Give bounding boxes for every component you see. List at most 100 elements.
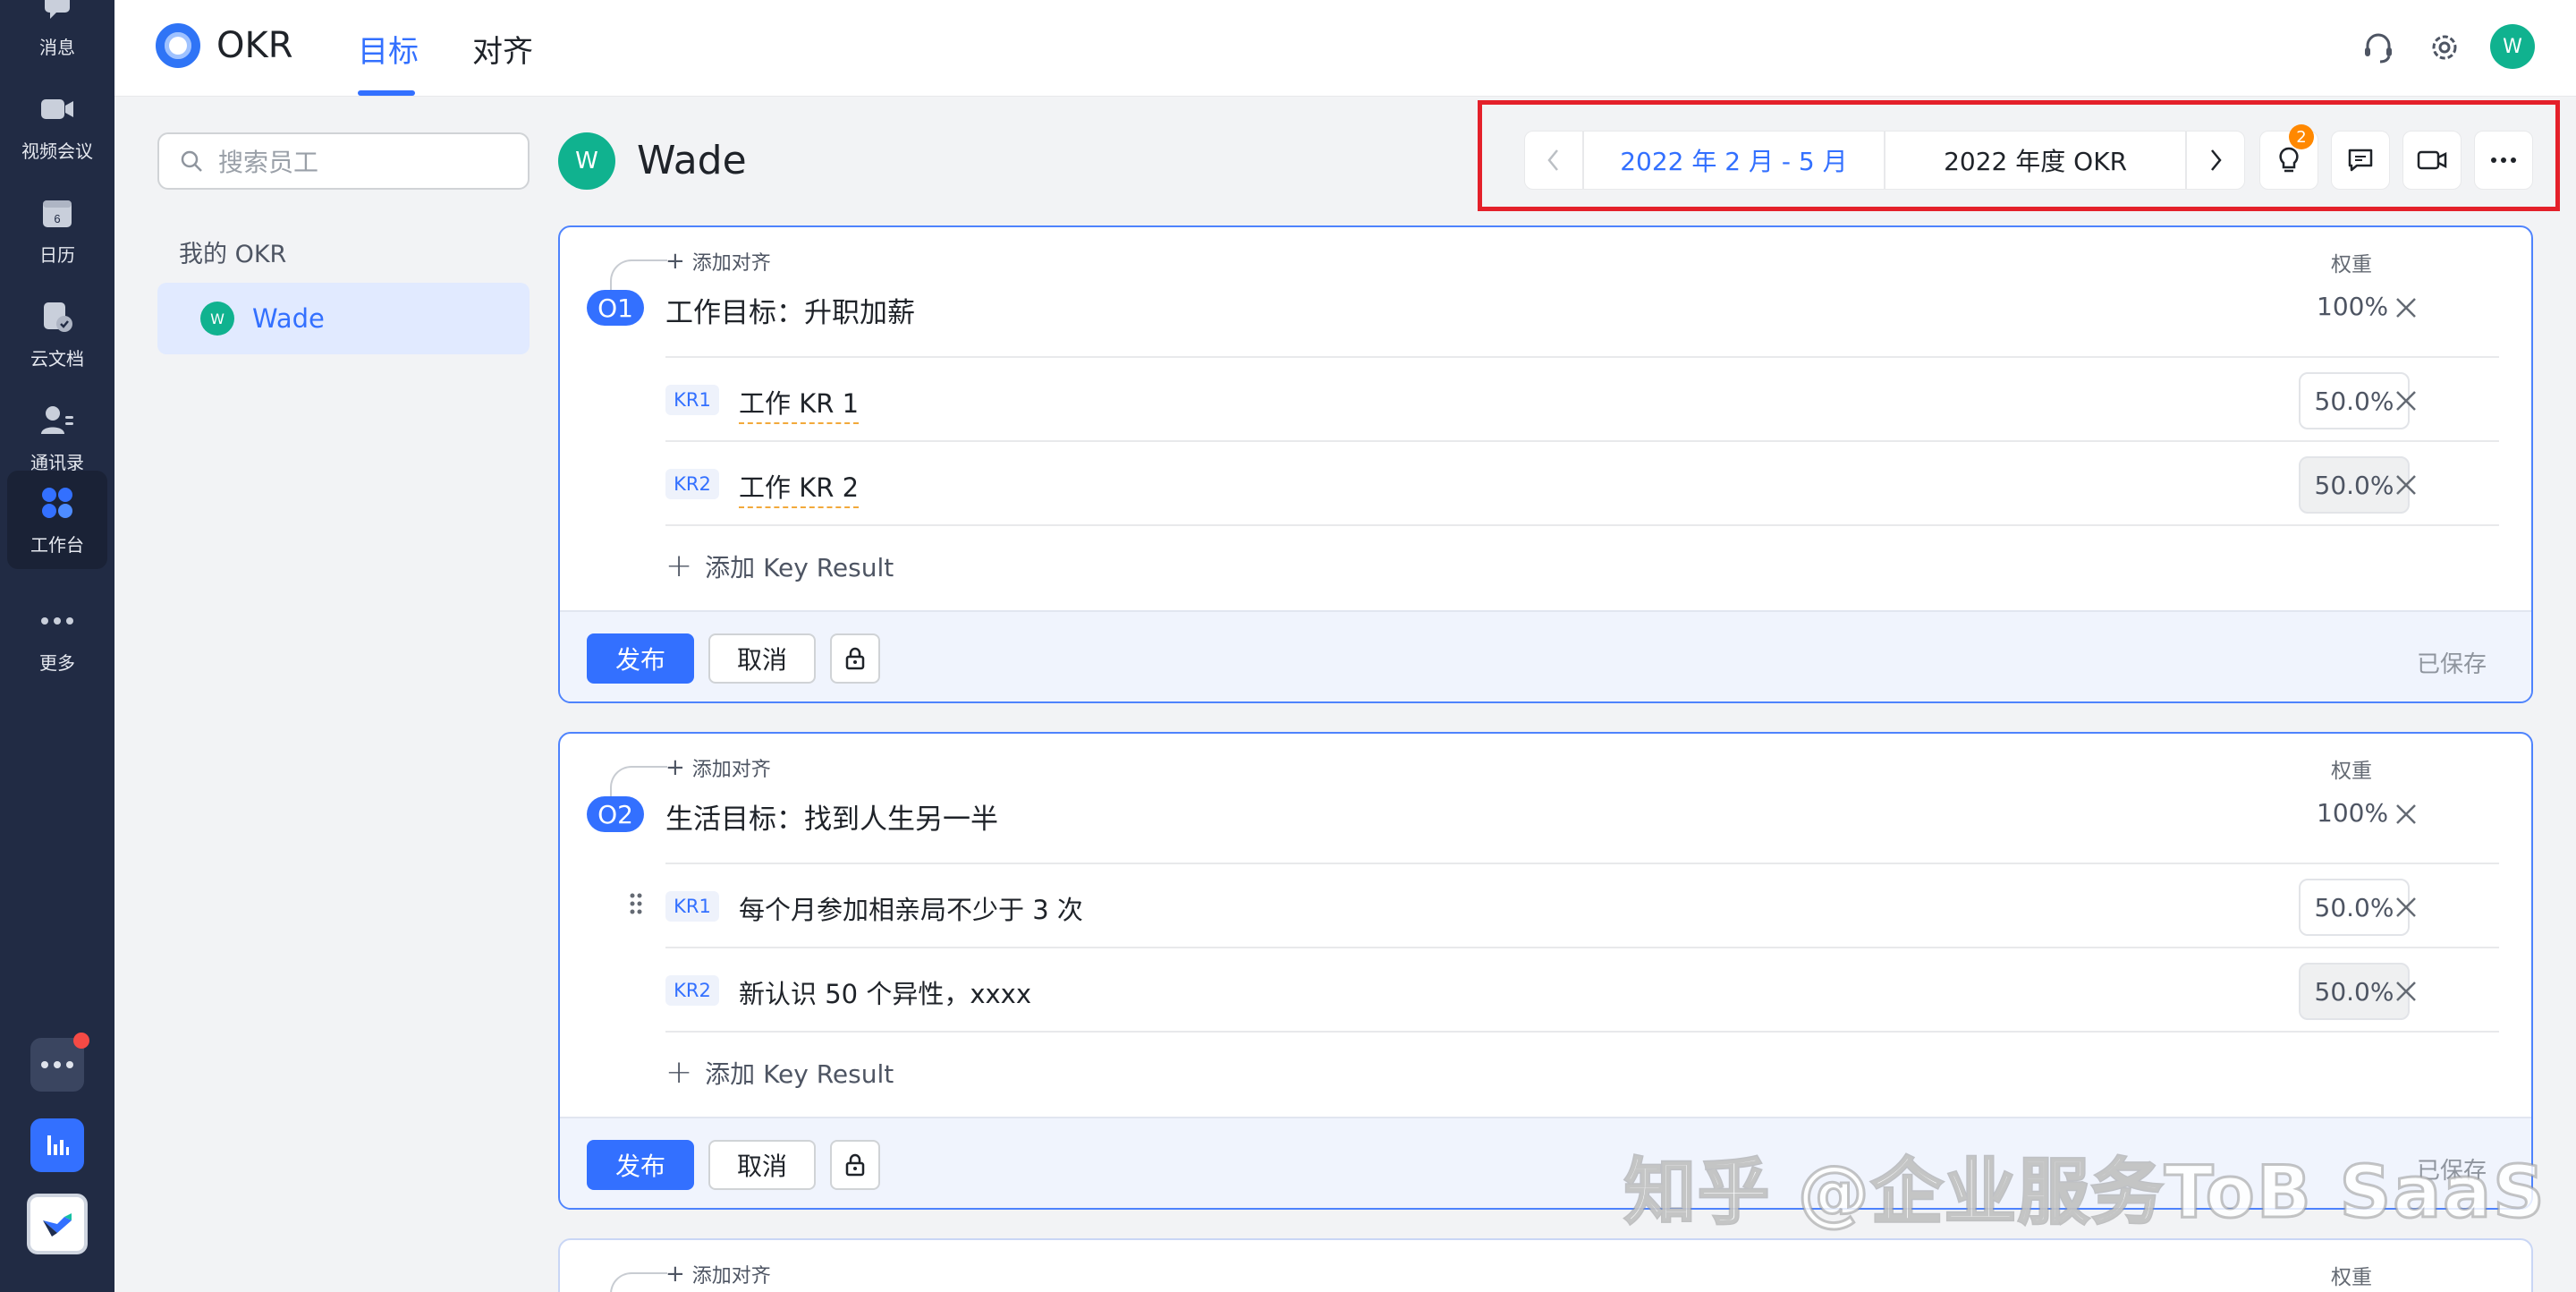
publish-button[interactable]: 发布 <box>587 1140 694 1190</box>
publish-button[interactable]: 发布 <box>587 633 694 684</box>
notification-dot <box>73 1033 89 1049</box>
delete-kr-button[interactable] <box>2390 891 2422 923</box>
app-launcher-button[interactable] <box>30 1033 89 1092</box>
next-period-button[interactable] <box>2185 132 2244 189</box>
cycle-selector[interactable]: 2022 年度 OKR <box>1885 132 2185 189</box>
settings-button[interactable] <box>2422 25 2467 70</box>
cancel-button[interactable]: 取消 <box>708 1140 816 1190</box>
kr-text[interactable]: 工作 KR 2 <box>739 467 860 508</box>
objective-badge: O2 <box>587 796 644 832</box>
prev-period-button[interactable] <box>1525 132 1584 189</box>
objective-card-o3: + 添加对齐 权重 <box>558 1238 2533 1292</box>
objective-title[interactable]: 生活目标：找到人生另一半 <box>665 796 998 837</box>
more-icon <box>38 602 76 640</box>
avatar: W <box>558 132 615 190</box>
add-key-result-button[interactable]: + 添加 Key Result <box>665 1054 894 1091</box>
divider <box>665 524 2499 526</box>
tab-objectives[interactable]: 目标 <box>358 27 419 71</box>
period-selector[interactable]: 2022 年 2 月 - 5 月 <box>1584 132 1885 189</box>
gear-icon <box>2432 35 2457 60</box>
add-key-result-button[interactable]: + 添加 Key Result <box>665 548 894 584</box>
rail-label: 云文档 <box>30 347 84 370</box>
objective-weight[interactable]: 100% <box>2317 292 2388 321</box>
close-icon <box>2396 982 2416 1001</box>
svg-text:6: 6 <box>54 212 60 225</box>
rail-item-messages[interactable]: 消息 <box>7 0 107 72</box>
comment-button[interactable] <box>2331 131 2390 190</box>
rail-item-more[interactable]: 更多 <box>7 589 107 687</box>
delete-kr-button[interactable] <box>2390 385 2422 417</box>
rail-label: 日历 <box>39 243 75 266</box>
delete-objective-button[interactable] <box>2390 798 2422 830</box>
search-icon <box>181 150 202 172</box>
divider <box>665 947 2499 948</box>
calendar-icon: 6 <box>38 194 76 232</box>
analytics-app-button[interactable] <box>30 1118 84 1172</box>
ellipsis-icon <box>2491 157 2516 163</box>
rail-item-workplace[interactable]: 工作台 <box>7 471 107 569</box>
member-item-wade[interactable]: W Wade <box>157 283 530 354</box>
divider <box>665 1031 2499 1033</box>
workplace-icon <box>38 484 76 522</box>
lark-app-button[interactable] <box>27 1194 88 1254</box>
my-okr-label: 我的 OKR <box>179 241 287 268</box>
employee-search[interactable]: 搜索员工 <box>157 132 530 190</box>
lightbulb-icon <box>2279 147 2299 173</box>
video-record-button[interactable] <box>2402 131 2462 190</box>
lark-logo-icon <box>43 1213 72 1237</box>
delete-objective-button[interactable] <box>2390 292 2422 324</box>
rail-item-calendar[interactable]: 6 日历 <box>7 181 107 279</box>
visibility-lock-button[interactable] <box>830 633 880 684</box>
period-switcher: 2022 年 2 月 - 5 月 2022 年度 OKR <box>1524 131 2245 190</box>
divider <box>665 863 2499 864</box>
tips-count-badge: 2 <box>2289 124 2314 149</box>
rail-label: 更多 <box>39 651 75 674</box>
rail-item-video[interactable]: 视频会议 <box>7 77 107 175</box>
kr-badge: KR1 <box>665 385 719 415</box>
delete-kr-button[interactable] <box>2390 469 2422 501</box>
weight-label: 权重 <box>2331 253 2372 276</box>
close-icon <box>2396 897 2416 917</box>
kr-text[interactable]: 工作 KR 1 <box>739 383 860 424</box>
drag-handle[interactable] <box>628 891 644 920</box>
top-bar: OKR 目标 对齐 W <box>114 0 2576 97</box>
close-icon <box>2396 391 2416 411</box>
weight-label: 权重 <box>2331 1266 2372 1289</box>
cancel-button[interactable]: 取消 <box>708 633 816 684</box>
add-alignment-button[interactable]: + 添加对齐 <box>665 1260 771 1288</box>
rail-label: 视频会议 <box>21 140 93 162</box>
kr-badge: KR1 <box>665 891 719 922</box>
objective-weight[interactable]: 100% <box>2317 798 2388 828</box>
objective-title[interactable]: 工作目标：升职加薪 <box>665 290 915 330</box>
comment-icon <box>2348 149 2373 172</box>
kr-badge: KR2 <box>665 469 719 499</box>
weight-label: 权重 <box>2331 760 2372 783</box>
lock-icon <box>845 647 865 670</box>
more-actions-button[interactable] <box>2474 131 2533 190</box>
plus-icon: + <box>665 1054 693 1091</box>
contacts-icon <box>38 402 76 439</box>
video-camera-icon <box>38 90 76 128</box>
active-tab-indicator <box>358 90 415 96</box>
chevron-right-icon <box>2211 149 2222 171</box>
rail-label: 工作台 <box>30 533 84 556</box>
bar-chart-icon <box>47 1135 69 1155</box>
tips-button[interactable]: 2 <box>2259 124 2318 190</box>
add-alignment-button[interactable]: + 添加对齐 <box>665 753 771 782</box>
objective-badge: O1 <box>587 290 644 326</box>
help-button[interactable] <box>2356 25 2401 70</box>
rail-item-docs[interactable]: 云文档 <box>7 285 107 383</box>
kr-text[interactable]: 每个月参加相亲局不少于 3 次 <box>739 889 1083 927</box>
plus-icon: + <box>665 1261 685 1288</box>
current-user-avatar[interactable]: W <box>2490 24 2535 69</box>
delete-kr-button[interactable] <box>2390 975 2422 1007</box>
visibility-lock-button[interactable] <box>830 1140 880 1190</box>
tab-alignment[interactable]: 对齐 <box>472 27 533 71</box>
app-logo[interactable]: OKR <box>156 23 293 68</box>
kr-text[interactable]: 新认识 50 个异性，xxxx <box>739 973 1031 1011</box>
plus-icon: + <box>665 248 685 275</box>
lock-icon <box>845 1153 865 1177</box>
message-icon <box>38 0 76 24</box>
add-alignment-button[interactable]: + 添加对齐 <box>665 247 771 276</box>
plus-icon: + <box>665 754 685 781</box>
